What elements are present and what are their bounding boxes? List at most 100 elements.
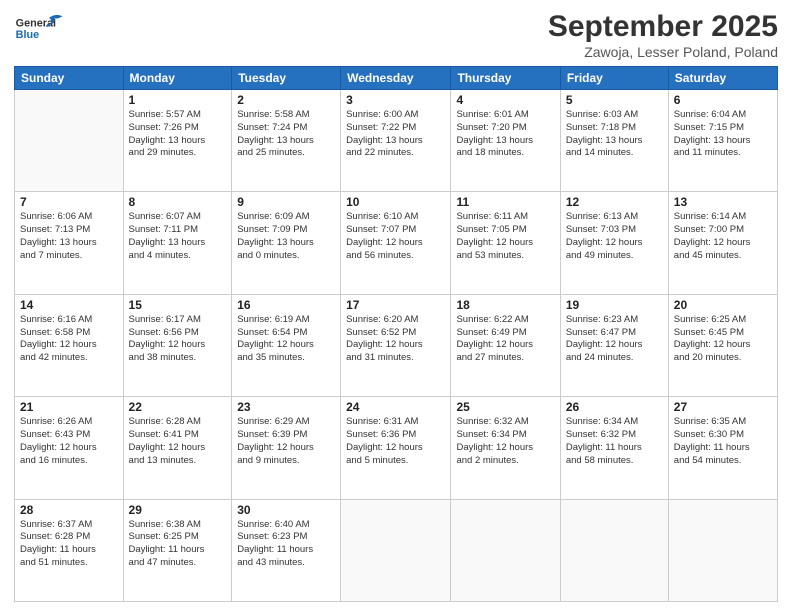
cell-2-3: 9 Sunrise: 6:09 AM Sunset: 7:09 PM Daylig… <box>232 192 341 294</box>
cell-4-1: 21Sunrise: 6:26 AM Sunset: 6:43 PM Dayli… <box>15 397 124 499</box>
day-number: 5 <box>566 93 663 107</box>
month-title: September 2025 <box>548 10 778 44</box>
day-detail: Sunrise: 6:40 AM Sunset: 6:23 PM Dayligh… <box>237 519 335 570</box>
cell-3-1: 14Sunrise: 6:16 AM Sunset: 6:58 PM Dayli… <box>15 294 124 396</box>
day-detail: Sunrise: 6:17 AM Sunset: 6:56 PM Dayligh… <box>129 314 227 365</box>
cell-2-6: 12Sunrise: 6:13 AM Sunset: 7:03 PM Dayli… <box>560 192 668 294</box>
cell-4-2: 22 Sunrise: 6:28 AM Sunset: 6:41 PM Dayli… <box>123 397 232 499</box>
day-number: 27 <box>674 400 772 414</box>
day-detail: Sunrise: 6:11 AM Sunset: 7:05 PM Dayligh… <box>456 211 554 262</box>
day-number: 3 <box>346 93 445 107</box>
page: General Blue September 2025 Zawoja, Less… <box>0 0 792 612</box>
col-monday: Monday <box>123 67 232 90</box>
cell-3-6: 19Sunrise: 6:23 AM Sunset: 6:47 PM Dayli… <box>560 294 668 396</box>
day-number: 14 <box>20 298 118 312</box>
svg-text:Blue: Blue <box>16 29 39 41</box>
cell-1-2: 1 Sunrise: 5:57 AM Sunset: 7:26 PM Daylig… <box>123 90 232 192</box>
cell-5-4 <box>341 499 451 601</box>
day-detail: Sunrise: 6:00 AM Sunset: 7:22 PM Dayligh… <box>346 109 445 160</box>
day-detail: Sunrise: 6:38 AM Sunset: 6:25 PM Dayligh… <box>129 519 227 570</box>
cell-1-3: 2 Sunrise: 5:58 AM Sunset: 7:24 PM Daylig… <box>232 90 341 192</box>
week-row-2: 7 Sunrise: 6:06 AM Sunset: 7:13 PM Daylig… <box>15 192 778 294</box>
day-number: 20 <box>674 298 772 312</box>
cell-3-7: 20 Sunrise: 6:25 AM Sunset: 6:45 PM Dayli… <box>668 294 777 396</box>
day-number: 4 <box>456 93 554 107</box>
day-number: 2 <box>237 93 335 107</box>
day-detail: Sunrise: 6:28 AM Sunset: 6:41 PM Dayligh… <box>129 416 227 467</box>
subtitle: Zawoja, Lesser Poland, Poland <box>548 44 778 60</box>
day-detail: Sunrise: 6:31 AM Sunset: 6:36 PM Dayligh… <box>346 416 445 467</box>
day-number: 9 <box>237 195 335 209</box>
day-detail: Sunrise: 6:32 AM Sunset: 6:34 PM Dayligh… <box>456 416 554 467</box>
day-number: 17 <box>346 298 445 312</box>
cell-2-2: 8 Sunrise: 6:07 AM Sunset: 7:11 PM Daylig… <box>123 192 232 294</box>
day-number: 6 <box>674 93 772 107</box>
week-row-5: 28Sunrise: 6:37 AM Sunset: 6:28 PM Dayli… <box>15 499 778 601</box>
day-detail: Sunrise: 6:20 AM Sunset: 6:52 PM Dayligh… <box>346 314 445 365</box>
day-detail: Sunrise: 6:37 AM Sunset: 6:28 PM Dayligh… <box>20 519 118 570</box>
day-detail: Sunrise: 6:34 AM Sunset: 6:32 PM Dayligh… <box>566 416 663 467</box>
day-detail: Sunrise: 6:26 AM Sunset: 6:43 PM Dayligh… <box>20 416 118 467</box>
cell-3-3: 16 Sunrise: 6:19 AM Sunset: 6:54 PM Dayli… <box>232 294 341 396</box>
col-thursday: Thursday <box>451 67 560 90</box>
cell-1-7: 6 Sunrise: 6:04 AM Sunset: 7:15 PM Daylig… <box>668 90 777 192</box>
day-number: 30 <box>237 503 335 517</box>
day-detail: Sunrise: 6:01 AM Sunset: 7:20 PM Dayligh… <box>456 109 554 160</box>
day-number: 29 <box>129 503 227 517</box>
cell-2-1: 7 Sunrise: 6:06 AM Sunset: 7:13 PM Daylig… <box>15 192 124 294</box>
day-number: 1 <box>129 93 227 107</box>
week-row-4: 21Sunrise: 6:26 AM Sunset: 6:43 PM Dayli… <box>15 397 778 499</box>
cell-5-5 <box>451 499 560 601</box>
col-friday: Friday <box>560 67 668 90</box>
day-number: 18 <box>456 298 554 312</box>
header-row: Sunday Monday Tuesday Wednesday Thursday… <box>15 67 778 90</box>
logo-area: General Blue <box>14 10 64 50</box>
day-detail: Sunrise: 6:09 AM Sunset: 7:09 PM Dayligh… <box>237 211 335 262</box>
day-detail: Sunrise: 5:57 AM Sunset: 7:26 PM Dayligh… <box>129 109 227 160</box>
day-number: 23 <box>237 400 335 414</box>
calendar-table: Sunday Monday Tuesday Wednesday Thursday… <box>14 66 778 602</box>
svg-text:General: General <box>16 17 56 29</box>
cell-5-3: 30 Sunrise: 6:40 AM Sunset: 6:23 PM Dayli… <box>232 499 341 601</box>
cell-3-2: 15 Sunrise: 6:17 AM Sunset: 6:56 PM Dayli… <box>123 294 232 396</box>
day-detail: Sunrise: 6:23 AM Sunset: 6:47 PM Dayligh… <box>566 314 663 365</box>
day-number: 11 <box>456 195 554 209</box>
day-detail: Sunrise: 6:03 AM Sunset: 7:18 PM Dayligh… <box>566 109 663 160</box>
day-detail: Sunrise: 6:19 AM Sunset: 6:54 PM Dayligh… <box>237 314 335 365</box>
day-detail: Sunrise: 5:58 AM Sunset: 7:24 PM Dayligh… <box>237 109 335 160</box>
day-detail: Sunrise: 6:04 AM Sunset: 7:15 PM Dayligh… <box>674 109 772 160</box>
day-number: 25 <box>456 400 554 414</box>
cell-2-7: 13 Sunrise: 6:14 AM Sunset: 7:00 PM Dayli… <box>668 192 777 294</box>
cell-5-2: 29 Sunrise: 6:38 AM Sunset: 6:25 PM Dayli… <box>123 499 232 601</box>
day-detail: Sunrise: 6:35 AM Sunset: 6:30 PM Dayligh… <box>674 416 772 467</box>
day-detail: Sunrise: 6:14 AM Sunset: 7:00 PM Dayligh… <box>674 211 772 262</box>
cell-3-5: 18Sunrise: 6:22 AM Sunset: 6:49 PM Dayli… <box>451 294 560 396</box>
col-sunday: Sunday <box>15 67 124 90</box>
week-row-1: 1 Sunrise: 5:57 AM Sunset: 7:26 PM Daylig… <box>15 90 778 192</box>
cell-5-7 <box>668 499 777 601</box>
day-detail: Sunrise: 6:25 AM Sunset: 6:45 PM Dayligh… <box>674 314 772 365</box>
week-row-3: 14Sunrise: 6:16 AM Sunset: 6:58 PM Dayli… <box>15 294 778 396</box>
cell-4-4: 24Sunrise: 6:31 AM Sunset: 6:36 PM Dayli… <box>341 397 451 499</box>
day-number: 16 <box>237 298 335 312</box>
title-area: September 2025 Zawoja, Lesser Poland, Po… <box>548 10 778 60</box>
day-number: 7 <box>20 195 118 209</box>
cell-4-7: 27 Sunrise: 6:35 AM Sunset: 6:30 PM Dayli… <box>668 397 777 499</box>
day-number: 12 <box>566 195 663 209</box>
day-number: 13 <box>674 195 772 209</box>
cell-4-5: 25 Sunrise: 6:32 AM Sunset: 6:34 PM Dayli… <box>451 397 560 499</box>
day-detail: Sunrise: 6:07 AM Sunset: 7:11 PM Dayligh… <box>129 211 227 262</box>
day-number: 8 <box>129 195 227 209</box>
cell-1-5: 4 Sunrise: 6:01 AM Sunset: 7:20 PM Daylig… <box>451 90 560 192</box>
cell-4-6: 26Sunrise: 6:34 AM Sunset: 6:32 PM Dayli… <box>560 397 668 499</box>
col-saturday: Saturday <box>668 67 777 90</box>
col-tuesday: Tuesday <box>232 67 341 90</box>
cell-3-4: 17 Sunrise: 6:20 AM Sunset: 6:52 PM Dayli… <box>341 294 451 396</box>
day-number: 22 <box>129 400 227 414</box>
day-detail: Sunrise: 6:06 AM Sunset: 7:13 PM Dayligh… <box>20 211 118 262</box>
cell-1-4: 3 Sunrise: 6:00 AM Sunset: 7:22 PM Daylig… <box>341 90 451 192</box>
header: General Blue September 2025 Zawoja, Less… <box>14 10 778 60</box>
col-wednesday: Wednesday <box>341 67 451 90</box>
cell-5-6 <box>560 499 668 601</box>
day-number: 15 <box>129 298 227 312</box>
